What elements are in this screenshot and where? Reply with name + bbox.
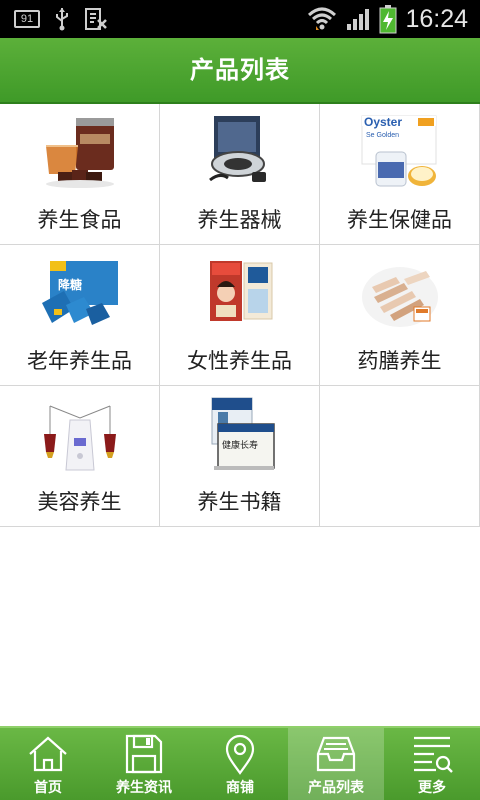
category-label: 养生器械	[197, 208, 282, 232]
oyster-supplement-product-image: Oyster Se Golden	[361, 115, 437, 187]
svg-text:Se Golden: Se Golden	[366, 132, 399, 139]
notification-count-icon: 91	[14, 10, 40, 28]
category-tile[interactable]: Oyster Se Golden 养生保健品	[320, 104, 480, 245]
nav-label: 养生资讯	[116, 780, 172, 796]
status-left: 91	[14, 7, 108, 31]
product-category-grid: 养生食品 养生器械 Oyster Se Golden 养生保健品 降糖 老年养生…	[0, 104, 480, 527]
nav-shops[interactable]: 商铺	[192, 728, 288, 800]
nav-label: 商铺	[226, 780, 254, 796]
save-icon	[125, 734, 163, 774]
category-label: 药膳养生	[357, 349, 442, 373]
status-bar: 91 16:24	[0, 0, 480, 38]
beauty-device-product-image	[44, 405, 116, 471]
health-device-product-image	[209, 116, 266, 182]
category-label: 养生书籍	[197, 490, 282, 514]
page-title: 产品列表	[190, 56, 290, 84]
app-screen: 91 16:24 产品列表 养生食品 养生器械 Oyster Se Golden…	[0, 0, 480, 800]
empty-tile	[320, 386, 480, 527]
category-label: 美容养生	[37, 490, 122, 514]
nav-label: 更多	[418, 780, 446, 796]
category-label: 女性养生品	[187, 349, 292, 373]
status-right: 16:24	[307, 4, 468, 34]
inbox-tray-icon	[316, 736, 356, 772]
title-bar: 产品列表	[0, 38, 480, 104]
nav-product-list[interactable]: 产品列表	[288, 728, 384, 800]
category-label: 老年养生品	[27, 349, 132, 373]
nav-home[interactable]: 首页	[0, 728, 96, 800]
category-tile[interactable]: 养生器械	[160, 104, 320, 245]
nav-more[interactable]: 更多	[384, 728, 480, 800]
svg-text:降糖: 降糖	[58, 277, 82, 292]
category-tile[interactable]: 健康长寿 养生书籍	[160, 386, 320, 527]
wifi-icon	[308, 7, 337, 30]
usb-icon	[56, 8, 68, 31]
svg-text:Oyster: Oyster	[364, 115, 402, 129]
women-health-product-image	[210, 261, 273, 321]
home-icon	[29, 736, 67, 772]
svg-text:健康长寿: 健康长寿	[222, 439, 258, 451]
location-pin-icon	[225, 734, 255, 775]
signal-strength-icon	[347, 9, 370, 30]
category-tile[interactable]: 女性养生品	[160, 245, 320, 386]
category-label: 养生保健品	[347, 208, 452, 232]
sim-blocked-icon	[85, 8, 107, 30]
list-search-icon	[414, 736, 453, 773]
nav-health-news[interactable]: 养生资讯	[96, 728, 192, 800]
category-tile[interactable]: 养生食品	[0, 104, 160, 245]
category-tile[interactable]: 降糖 老年养生品	[0, 245, 160, 386]
nav-label: 产品列表	[308, 780, 364, 796]
clock: 16:24	[405, 5, 468, 33]
battery-charging-icon	[379, 5, 397, 34]
bottom-navigation: 首页 养生资讯 商铺 产品列表 更多	[0, 726, 480, 800]
category-label: 养生食品	[37, 208, 122, 232]
category-tile[interactable]: 药膳养生	[320, 245, 480, 386]
category-tile[interactable]: 美容养生	[0, 386, 160, 527]
elderly-health-product-image: 降糖	[42, 261, 118, 325]
medicinal-food-product-image	[362, 267, 438, 327]
health-book-product-image: 健康长寿	[211, 397, 275, 470]
nav-label: 首页	[34, 780, 62, 796]
herbal-tea-product-image	[46, 118, 114, 188]
